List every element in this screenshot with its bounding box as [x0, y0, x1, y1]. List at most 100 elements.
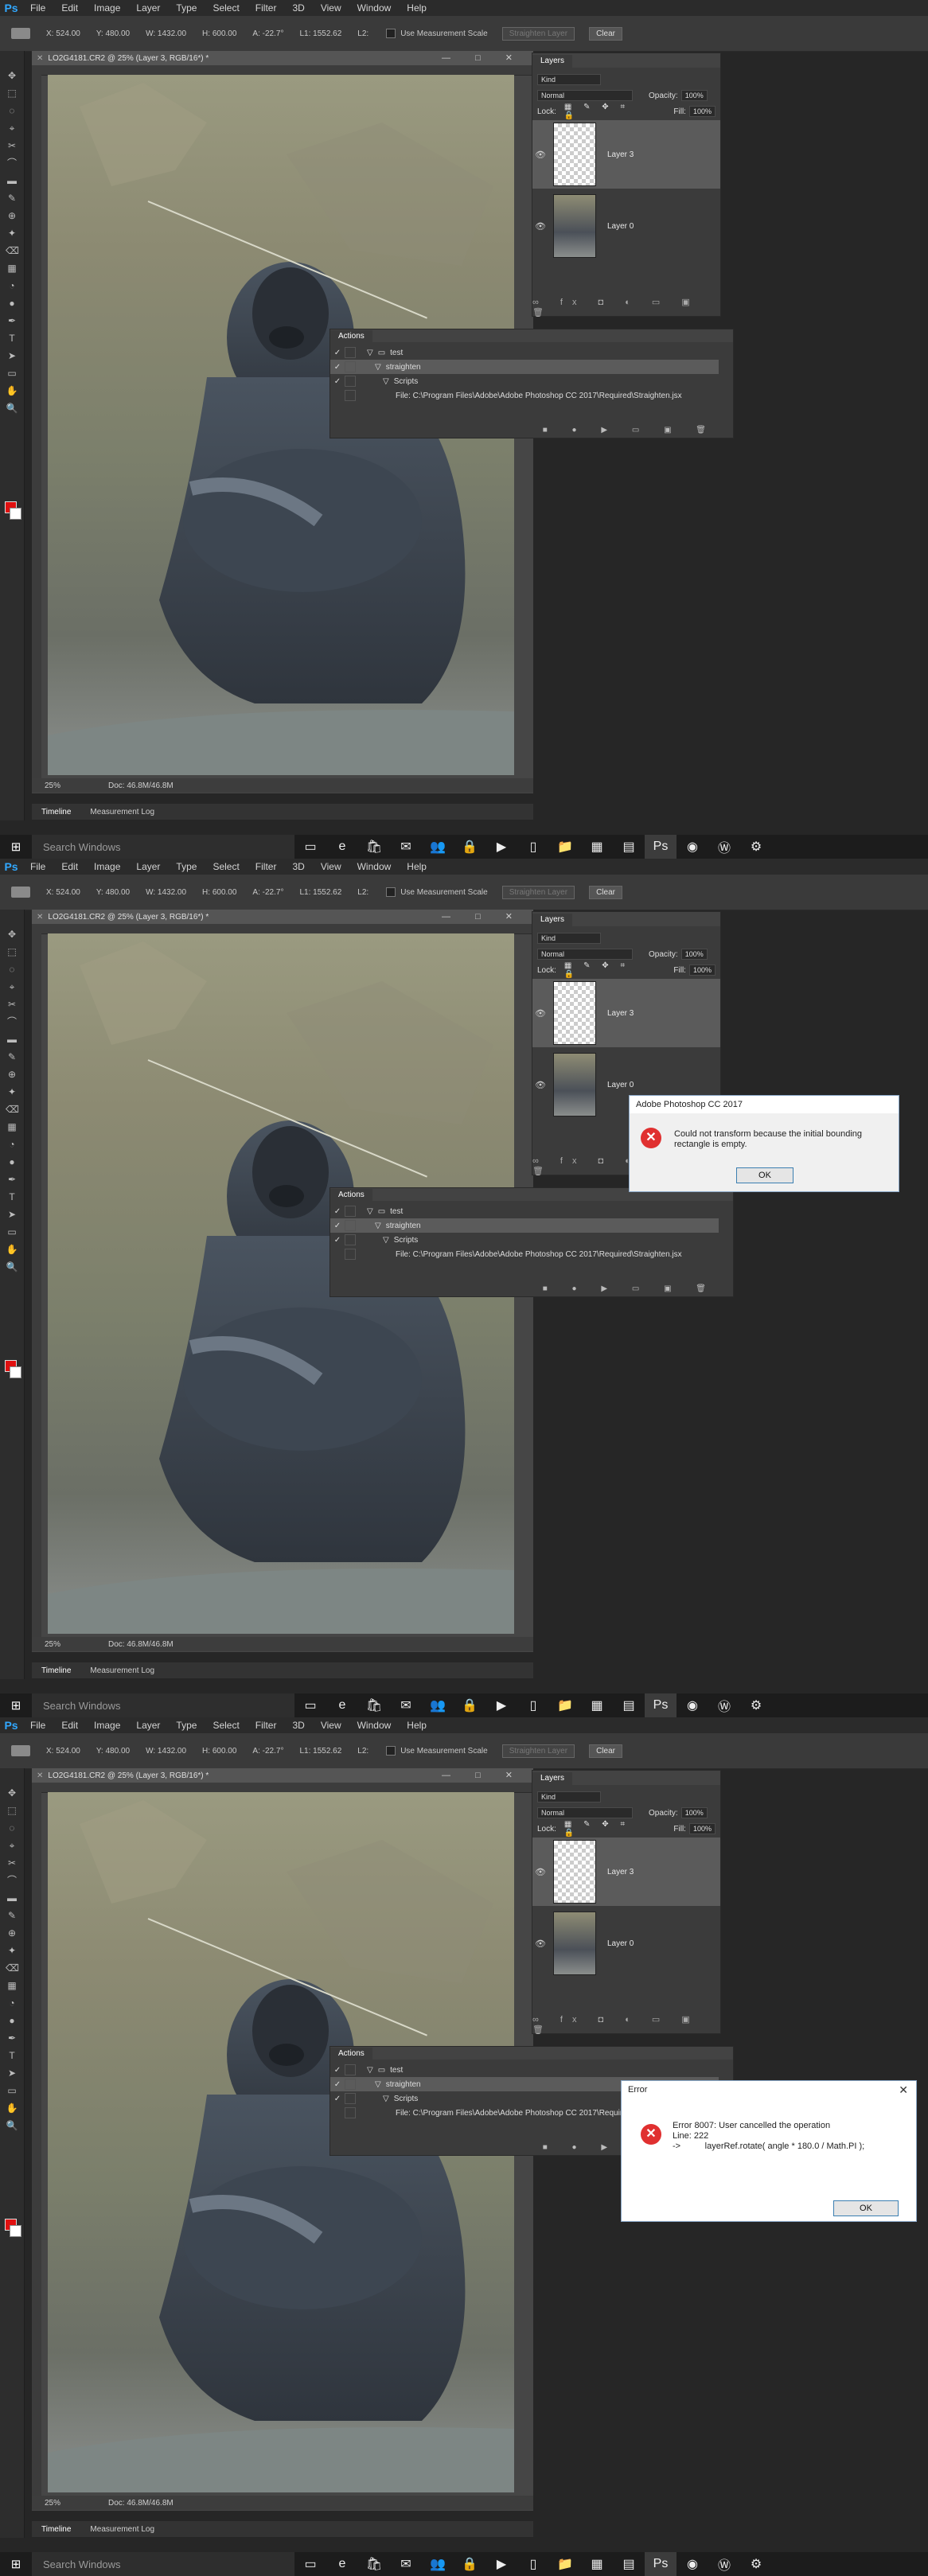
visibility-eye-icon[interactable]: 👁	[532, 150, 548, 160]
blend-mode-select[interactable]: Normal	[537, 949, 633, 960]
opacity-field[interactable]: 100%	[680, 90, 708, 101]
fill-field[interactable]: 100%	[688, 965, 715, 976]
brush-tool-icon[interactable]: ⊕	[6, 210, 18, 221]
mail-icon[interactable]: ✉	[390, 1693, 422, 1717]
menu-file[interactable]: File	[22, 1720, 53, 1731]
actions-tab[interactable]: Actions	[330, 1189, 372, 1201]
ruler-tool-preset-icon[interactable]	[11, 887, 30, 898]
zoom-level[interactable]: 25%	[45, 781, 100, 790]
action-dialog-toggle[interactable]	[345, 1249, 356, 1260]
clone-stamp-icon[interactable]: ✦	[6, 1945, 18, 1956]
action-dialog-toggle[interactable]	[345, 390, 356, 401]
clear-button[interactable]: Clear	[589, 885, 622, 899]
doc-size-info[interactable]: Doc: 46.8M/46.8M	[108, 2499, 174, 2508]
measurement-log-tab[interactable]: Measurement Log	[80, 808, 164, 816]
taskbar-search[interactable]: Search Windows	[32, 835, 294, 859]
action-dialog-toggle[interactable]	[345, 2093, 356, 2104]
move-tool-icon[interactable]: ✥	[6, 1787, 18, 1799]
menu-filter[interactable]: Filter	[248, 1720, 285, 1731]
expand-triangle-icon[interactable]: ▽	[383, 1236, 389, 1245]
layers-tab[interactable]: Layers	[532, 914, 573, 926]
terminal-icon[interactable]: ▯	[517, 1693, 549, 1717]
menu-help[interactable]: Help	[399, 1720, 435, 1731]
settings-icon[interactable]: ⚙	[740, 2552, 772, 2576]
menu-view[interactable]: View	[313, 2, 349, 14]
move-tool-icon[interactable]: ✥	[6, 70, 18, 81]
store-icon[interactable]: 🛍	[358, 835, 390, 859]
layers-footer-icons[interactable]: ∞ fx ◘ ◐ ▭ ▣ 🗑	[532, 298, 720, 318]
layer-name[interactable]: Layer 0	[607, 222, 634, 231]
history-brush-icon[interactable]: ⌫	[6, 1104, 19, 1115]
layer-row[interactable]: 👁 Layer 3	[532, 1837, 720, 1906]
action-check-icon[interactable]: ✓	[330, 1222, 345, 1230]
store-icon[interactable]: 🛍	[358, 2552, 390, 2576]
healing-brush-icon[interactable]: ✎	[6, 1910, 18, 1921]
action-dialog-toggle[interactable]	[345, 2079, 356, 2090]
action-check-icon[interactable]: ✓	[330, 2066, 345, 2075]
action-dialog-toggle[interactable]	[345, 361, 356, 372]
action-check-icon[interactable]: ✓	[330, 2080, 345, 2089]
action-row[interactable]: ✓ ▽ Scripts	[330, 1233, 719, 1247]
people-icon[interactable]: 👥	[422, 2552, 454, 2576]
quick-select-icon[interactable]: ⌖	[6, 1840, 18, 1851]
gradient-icon[interactable]: ◔	[6, 1139, 18, 1150]
media-icon[interactable]: ▶	[485, 2552, 517, 2576]
action-row[interactable]: ✓ ▽ ▭ test	[330, 2063, 719, 2077]
lasso-tool-icon[interactable]: ◌	[6, 964, 18, 975]
menu-filter[interactable]: Filter	[248, 861, 285, 872]
visibility-eye-icon[interactable]: 👁	[532, 1008, 548, 1019]
menu-type[interactable]: Type	[168, 861, 205, 872]
blur-icon[interactable]: ●	[6, 2015, 18, 2026]
layers-tab[interactable]: Layers	[532, 1772, 573, 1785]
menu-edit[interactable]: Edit	[53, 2, 86, 14]
mail-icon[interactable]: ✉	[390, 2552, 422, 2576]
opacity-field[interactable]: 100%	[680, 949, 708, 960]
layer-row[interactable]: 👁 Layer 0	[532, 192, 720, 260]
store-icon[interactable]: 🛍	[358, 1693, 390, 1717]
menu-window[interactable]: Window	[349, 861, 400, 872]
action-dialog-toggle[interactable]	[345, 347, 356, 358]
menu-window[interactable]: Window	[349, 2, 400, 14]
expand-triangle-icon[interactable]: ▽	[375, 1222, 381, 1230]
clear-button[interactable]: Clear	[589, 26, 622, 41]
rectangle-tool-icon[interactable]: ▭	[6, 2085, 18, 2096]
menu-help[interactable]: Help	[399, 2, 435, 14]
blend-mode-select[interactable]: Normal	[537, 1807, 633, 1818]
window-controls[interactable]: — □ ✕	[442, 911, 524, 922]
lock-icons[interactable]: ▦ ✎ ✥ ⌗ 🔒	[564, 1820, 650, 1837]
close-tab-icon[interactable]: ✕	[37, 1771, 43, 1780]
close-tab-icon[interactable]: ✕	[37, 913, 43, 922]
lasso-tool-icon[interactable]: ◌	[6, 1822, 18, 1834]
kind-filter-select[interactable]: Kind	[537, 933, 601, 944]
folder-icon[interactable]: 📁	[549, 835, 581, 859]
actions-tab[interactable]: Actions	[330, 330, 372, 342]
expand-triangle-icon[interactable]: ▽	[375, 2080, 381, 2089]
browser-icon[interactable]: Ⓦ	[708, 1693, 740, 1717]
type-tool-icon[interactable]: T	[6, 333, 18, 344]
timeline-tab[interactable]: Timeline	[32, 808, 80, 816]
browser-icon[interactable]: Ⓦ	[708, 835, 740, 859]
blur-icon[interactable]: ●	[6, 298, 18, 309]
action-check-icon[interactable]: ✓	[330, 377, 345, 386]
lock-icons[interactable]: ▦ ✎ ✥ ⌗ 🔒	[564, 103, 650, 120]
media-icon[interactable]: ▶	[485, 835, 517, 859]
browser-icon[interactable]: Ⓦ	[708, 2552, 740, 2576]
edge-icon[interactable]: e	[326, 835, 358, 859]
expand-triangle-icon[interactable]: ▽	[367, 2066, 373, 2075]
folder-icon[interactable]: 📁	[549, 2552, 581, 2576]
zoom-level[interactable]: 25%	[45, 2499, 100, 2508]
straighten-layer-button[interactable]: Straighten Layer	[501, 1744, 575, 1758]
people-icon[interactable]: 👥	[422, 835, 454, 859]
type-tool-icon[interactable]: T	[6, 1191, 18, 1202]
lasso-tool-icon[interactable]: ◌	[6, 105, 18, 116]
gradient-icon[interactable]: ◔	[6, 280, 18, 291]
fill-field[interactable]: 100%	[688, 1823, 715, 1834]
menu-image[interactable]: Image	[86, 1720, 128, 1731]
menu-type[interactable]: Type	[168, 1720, 205, 1731]
gradient-icon[interactable]: ◔	[6, 1997, 18, 2009]
menu-image[interactable]: Image	[86, 861, 128, 872]
terminal-icon[interactable]: ▯	[517, 835, 549, 859]
background-color-swatch[interactable]	[10, 1366, 21, 1378]
fill-field[interactable]: 100%	[688, 106, 715, 117]
background-color-swatch[interactable]	[10, 508, 21, 520]
